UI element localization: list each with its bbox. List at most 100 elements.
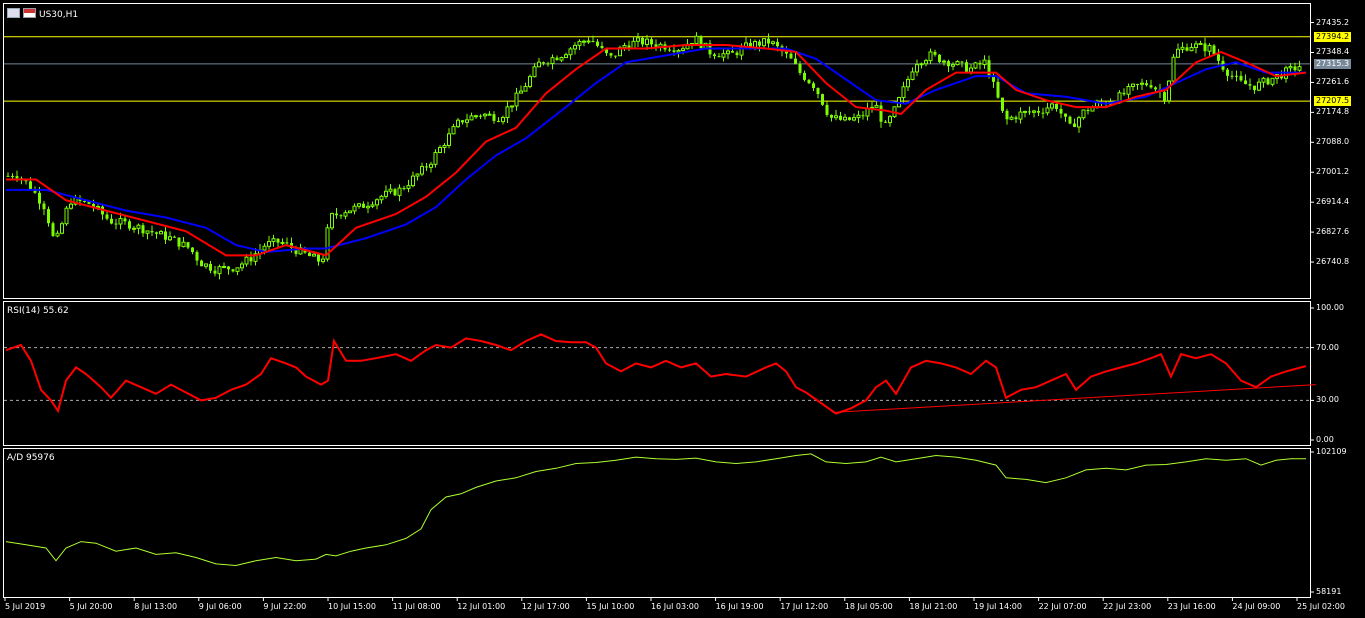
candle-bull <box>559 57 564 61</box>
candle-bear <box>767 38 770 44</box>
candle-bull <box>352 205 357 212</box>
candle-bull <box>1023 110 1027 113</box>
candle-bear <box>231 269 235 272</box>
ad-tick-label: 58191 <box>1316 587 1342 596</box>
candle-bull <box>456 119 460 128</box>
candle-bear <box>200 260 203 267</box>
candle-bear <box>758 41 761 46</box>
candle-bull <box>132 227 136 230</box>
candle-bear <box>173 236 176 238</box>
candle-bear <box>825 104 829 115</box>
candle-bear <box>933 51 937 55</box>
candle-bull <box>973 62 978 69</box>
candle-bull <box>505 106 510 119</box>
candle-bull <box>694 35 699 44</box>
candle-bull <box>1167 80 1171 102</box>
candle-bear <box>83 201 86 203</box>
candle-bear <box>839 115 842 120</box>
candle-bear <box>362 203 365 208</box>
candle-bear <box>1266 78 1270 85</box>
candle-bull <box>357 203 361 207</box>
candle-bear <box>1185 47 1189 51</box>
candle-bear <box>1163 92 1166 101</box>
candle-bear <box>276 238 280 243</box>
candle-bear <box>1059 109 1063 114</box>
candle-bear <box>614 55 617 57</box>
candle-bull <box>159 231 163 235</box>
candle-bull <box>915 64 919 73</box>
chart-canvas[interactable] <box>0 0 1365 618</box>
x-tick-label: 9 Jul 22:00 <box>263 602 307 611</box>
candle-bear <box>1154 87 1157 90</box>
candle-bull <box>397 187 402 196</box>
x-tick-label: 25 Jul 02:00 <box>1297 602 1345 611</box>
candle-bear <box>879 105 883 122</box>
candle-bull <box>483 113 487 117</box>
x-tick-label: 11 Jul 08:00 <box>392 602 441 611</box>
candle-bull <box>330 213 334 229</box>
candle-bull <box>1270 77 1275 85</box>
candle-bull <box>681 48 685 51</box>
candle-bull <box>55 232 60 237</box>
candle-bull <box>501 117 505 123</box>
candle-bull <box>721 53 726 58</box>
candle-bear <box>11 175 14 177</box>
candle-bear <box>596 41 599 46</box>
candle-bear <box>884 121 887 123</box>
ad-line <box>5 453 1306 567</box>
candle-bear <box>960 61 964 63</box>
candle-bear <box>393 189 397 196</box>
candle-bear <box>591 41 595 43</box>
y-tick-label: 27001.2 <box>1316 167 1350 177</box>
candle-bull <box>217 266 222 275</box>
x-tick-label: 5 Jul 20:00 <box>69 602 113 611</box>
candle-bull <box>280 241 285 244</box>
candle-bull <box>145 230 150 234</box>
x-tick-label: 23 Jul 16:00 <box>1167 602 1216 611</box>
candle-bear <box>816 88 820 95</box>
candle-bull <box>384 190 388 197</box>
candle-bear <box>1253 85 1256 91</box>
candle-bear <box>1293 66 1297 71</box>
rsi-tick-label: 70.00 <box>1316 342 1339 352</box>
x-tick-label: 18 Jul 21:00 <box>909 602 958 611</box>
candle-bear <box>209 263 212 271</box>
candle-bear <box>492 114 496 121</box>
candle-bull <box>982 59 987 65</box>
rsi-tick-label: 30.00 <box>1316 395 1339 405</box>
candle-bear <box>317 254 320 262</box>
candle-bear <box>776 41 779 47</box>
candle-bear <box>425 166 428 168</box>
candle-bear <box>650 39 653 45</box>
candle-bear <box>155 232 158 234</box>
candle-bear <box>992 76 995 82</box>
candle-bear <box>114 223 118 225</box>
candle-bear <box>735 52 739 56</box>
candle-bear <box>996 81 1000 98</box>
candle-bear <box>1212 45 1216 55</box>
candle-bear <box>546 63 550 65</box>
candle-bull <box>262 245 267 251</box>
candle-bear <box>1217 54 1220 61</box>
candle-bear <box>51 223 55 236</box>
candle-bear <box>308 252 311 257</box>
candle-bear <box>1244 80 1247 85</box>
candle-bear <box>789 53 793 59</box>
candle-bear <box>947 61 950 67</box>
candle-bull <box>343 212 348 217</box>
candle-bear <box>479 115 482 117</box>
candle-bull <box>474 115 478 118</box>
candle-bear <box>1136 84 1139 86</box>
candle-bear <box>186 242 190 248</box>
candle-bear <box>807 79 811 84</box>
ma-slow-line <box>6 47 1306 254</box>
candle-bear <box>717 56 721 58</box>
candle-bull <box>906 78 910 88</box>
candle-bull <box>348 210 352 214</box>
candle-bull <box>528 76 532 87</box>
candle-bull <box>523 85 528 92</box>
candle-bear <box>821 94 824 105</box>
candle-bear <box>1005 110 1009 120</box>
candle-bull <box>1180 46 1185 50</box>
candle-bull <box>577 40 582 46</box>
